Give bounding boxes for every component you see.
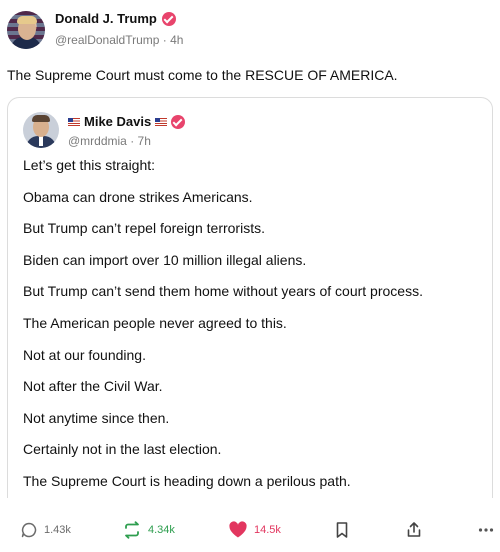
share-button[interactable] <box>405 516 423 544</box>
author-name[interactable]: Donald J. Trump <box>55 11 157 26</box>
post-text: The Supreme Court must come to the RESCU… <box>7 67 398 83</box>
quote-line: Not at our founding. <box>23 346 146 363</box>
quote-line: Obama can drone strikes Americans. <box>23 188 253 205</box>
verified-icon <box>161 11 176 26</box>
post-time[interactable]: 4h <box>170 33 183 47</box>
quote-line: But Trump can’t repel foreign terrorists… <box>23 220 265 237</box>
post-header: Donald J. Trump @realDonaldTrump · 4h <box>7 8 493 52</box>
reply-count: 1.43k <box>44 524 71 536</box>
us-flag-icon <box>155 117 168 126</box>
us-flag-icon <box>68 117 80 126</box>
quote-line: Not anytime since then. <box>23 409 170 426</box>
repost-button[interactable]: 4.34k <box>122 516 175 544</box>
quote-line: Biden can import over 10 million illegal… <box>23 251 307 268</box>
quote-author-row: Mike Davis <box>68 114 186 129</box>
quote-line: The American people never agreed to this… <box>23 314 287 331</box>
meta-separator: · <box>159 33 171 47</box>
heart-icon <box>229 521 247 538</box>
verified-icon <box>171 114 186 129</box>
author-row: Donald J. Trump <box>55 11 176 26</box>
repost-count: 4.34k <box>148 524 175 536</box>
quote-line: Certainly not in the last election. <box>23 441 222 458</box>
post-meta: @realDonaldTrump · 4h <box>55 33 183 47</box>
reply-button[interactable]: 1.43k <box>20 516 71 544</box>
quote-body: Let’s get this straight: Obama can drone… <box>23 156 483 504</box>
quote-avatar[interactable] <box>23 112 59 148</box>
quote-meta: @mrddmia · 7h <box>68 134 151 148</box>
action-bar: 1.43k 4.34k 14.5k <box>0 516 500 544</box>
quote-author-name[interactable]: Mike Davis <box>84 114 151 129</box>
quote-line: Let’s get this straight: <box>23 157 156 173</box>
quote-time[interactable]: 7h <box>138 134 151 148</box>
like-button[interactable]: 14.5k <box>228 516 281 544</box>
quote-line: But Trump can’t send them home without y… <box>23 283 423 300</box>
share-icon <box>407 522 421 537</box>
quoted-post[interactable]: Mike Davis @mrddmia · 7h Let’s get this … <box>7 97 493 498</box>
author-handle[interactable]: @realDonaldTrump <box>55 33 159 47</box>
reply-icon <box>21 522 37 538</box>
quote-author-handle[interactable]: @mrddmia <box>68 134 127 148</box>
bookmark-icon <box>336 522 348 538</box>
avatar[interactable] <box>7 11 45 49</box>
quote-line: Not after the Civil War. <box>23 378 163 395</box>
meta-separator: · <box>126 134 138 148</box>
more-icon <box>478 528 494 532</box>
like-count: 14.5k <box>254 524 281 536</box>
bookmark-button[interactable] <box>334 516 350 544</box>
more-button[interactable] <box>478 516 494 544</box>
quote-line: The Supreme Court is heading down a peri… <box>23 472 351 489</box>
repost-icon <box>125 521 139 539</box>
